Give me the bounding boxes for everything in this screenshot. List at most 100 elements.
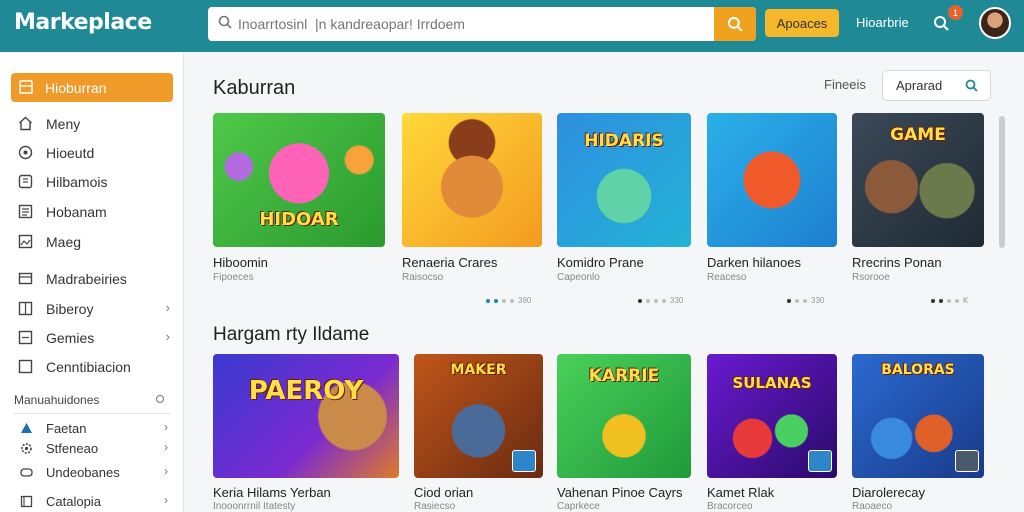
game-title[interactable]: Kamet Rlak (707, 485, 774, 500)
game-subtitle: Capeonlo (557, 272, 600, 283)
game-thumbnail[interactable]: KARRIE (557, 354, 691, 478)
search-bar (208, 7, 756, 41)
game-title[interactable]: Hiboomin (213, 255, 268, 270)
sidebar-item-active[interactable]: Hioburran (11, 73, 173, 102)
sidebar-item-label: Hioeutd (46, 145, 95, 161)
sidebar-item-6[interactable]: Biberoy › (18, 299, 174, 319)
game-title[interactable]: Komidro Prane (557, 255, 644, 270)
search-input[interactable] (238, 7, 716, 41)
game-art-title: KARRIE (588, 366, 660, 386)
sidebar-item-label: Hilbamois (46, 174, 108, 190)
sort-label[interactable]: Fineeis (824, 77, 866, 92)
sidebar-item-2[interactable]: Hilbamois (18, 172, 174, 192)
game-card[interactable]: HIDARIS Komidro Prane Capeonlo (557, 113, 691, 283)
play-icon[interactable] (512, 450, 536, 472)
game-thumbnail[interactable]: HIDOAR (213, 113, 385, 247)
game-title[interactable]: Ciod orian (414, 485, 473, 500)
game-thumbnail[interactable]: MAKER (414, 354, 543, 478)
game-subtitle: Caprkece (557, 501, 600, 512)
game-thumbnail[interactable]: SULANAS (707, 354, 837, 478)
compass-icon (18, 145, 33, 160)
game-title[interactable]: Vahenan Pinoe Cayrs (557, 485, 683, 500)
game-card[interactable]: SULANAS Kamet Rlak Bracorceo (707, 354, 837, 512)
sidebar-subitem-3[interactable]: Catalopia › (20, 493, 170, 511)
play-icon[interactable] (808, 450, 832, 472)
search-button[interactable] (714, 7, 756, 41)
game-subtitle: Inooonrrnil Itatesty (213, 501, 296, 512)
sort-dropdown[interactable]: Aprarad (882, 70, 991, 101)
home-icon (19, 116, 32, 131)
header-link[interactable]: Hioarbrie (856, 15, 909, 30)
sidebar-item-1[interactable]: Hioeutd (18, 143, 174, 163)
folder-icon (18, 272, 33, 285)
game-card[interactable]: MAKER Ciod orian Rasiecso (414, 354, 543, 512)
controller-icon (20, 468, 33, 477)
section-title: Hargam rty Ildame (213, 324, 370, 345)
game-card[interactable]: KARRIE Vahenan Pinoe Cayrs Caprkece (557, 354, 691, 512)
sidebar-item-7[interactable]: Gemies › (18, 328, 174, 348)
game-card[interactable]: BALORAS Diarolerecay Raoaeco (852, 354, 984, 512)
carousel-dots[interactable]: 330 (638, 296, 683, 305)
grid-icon (19, 80, 33, 94)
image-icon (18, 234, 33, 249)
divider (14, 413, 170, 414)
game-art-title: HIDOAR (259, 209, 339, 230)
game-card[interactable]: GAME Rrecrins Ponan Rsorooe (852, 113, 984, 283)
game-card[interactable]: Renaeria Crares Raisocso (402, 113, 542, 283)
carousel-count: K (963, 296, 969, 305)
chevron-right-icon: › (164, 464, 168, 478)
carousel-count: 330 (670, 296, 684, 305)
square-icon (18, 359, 33, 374)
carousel-count: 330 (811, 296, 825, 305)
game-thumbnail[interactable]: BALORAS (852, 354, 984, 478)
sidebar-item-3[interactable]: Hobanam (18, 202, 174, 222)
apps-button[interactable]: Apoaces (765, 9, 839, 37)
search-icon (218, 15, 232, 29)
user-icon (21, 423, 32, 433)
play-icon[interactable] (955, 450, 979, 472)
carousel-count: 390 (518, 296, 532, 305)
sidebar-item-label: Undeobanes (46, 465, 120, 480)
list-icon (18, 204, 33, 219)
sidebar-subitem-0[interactable]: Faetan › (20, 420, 170, 438)
game-subtitle: Rasiecso (414, 501, 456, 512)
game-title[interactable]: Darken hilanoes (707, 255, 801, 270)
sidebar-section-header[interactable]: Manuahuidones (14, 393, 170, 407)
game-art-title: BALORAS (881, 362, 955, 378)
grid-icon (18, 174, 33, 189)
sidebar-item-4[interactable]: Maeg (18, 232, 174, 252)
section-title: Kaburran (213, 77, 296, 99)
sidebar-item-label: Biberoy (46, 301, 94, 317)
sidebar-item-8[interactable]: Cenntibiacion (18, 357, 174, 377)
game-card[interactable]: Darken hilanoes Reaceso (707, 113, 837, 283)
sidebar-subitem-1[interactable]: Stfeneao › (20, 440, 170, 458)
sort-value: Aprarad (896, 78, 943, 93)
carousel-dots[interactable]: 330 (787, 296, 824, 305)
game-art-title: SULANAS (732, 374, 812, 392)
sidebar-subitem-2[interactable]: Undeobanes › (20, 464, 170, 482)
game-thumbnail[interactable]: HIDARIS (557, 113, 691, 247)
search-icon (965, 79, 978, 92)
game-title[interactable]: Rrecrins Ponan (852, 255, 942, 270)
game-subtitle: Fipoeces (213, 272, 254, 283)
game-thumbnail[interactable]: GAME (852, 113, 984, 247)
sidebar-item-5[interactable]: Madrabeiries (18, 269, 174, 289)
scrollbar[interactable] (999, 116, 1005, 248)
app-logo[interactable]: Markeplace (14, 10, 152, 35)
carousel-dots[interactable]: K (931, 296, 968, 305)
chevron-right-icon: › (164, 420, 168, 434)
avatar[interactable] (979, 7, 1011, 39)
sidebar-item-0[interactable]: Meny (18, 114, 174, 134)
library-icon (18, 301, 33, 316)
game-title[interactable]: Diarolerecay (852, 485, 925, 500)
game-thumbnail[interactable]: PAEROY (213, 354, 399, 478)
game-title[interactable]: Renaeria Crares (402, 255, 497, 270)
game-thumbnail[interactable] (402, 113, 542, 247)
chevron-right-icon: › (165, 329, 170, 344)
game-card[interactable]: PAEROY Keria Hilams Yerban Inooonrrnil I… (213, 354, 399, 512)
game-title[interactable]: Keria Hilams Yerban (213, 485, 331, 500)
game-art-title: MAKER (450, 362, 507, 378)
game-thumbnail[interactable] (707, 113, 837, 247)
carousel-dots[interactable]: 390 (486, 296, 531, 305)
game-card[interactable]: HIDOAR Hiboomin Fipoeces (213, 113, 385, 283)
